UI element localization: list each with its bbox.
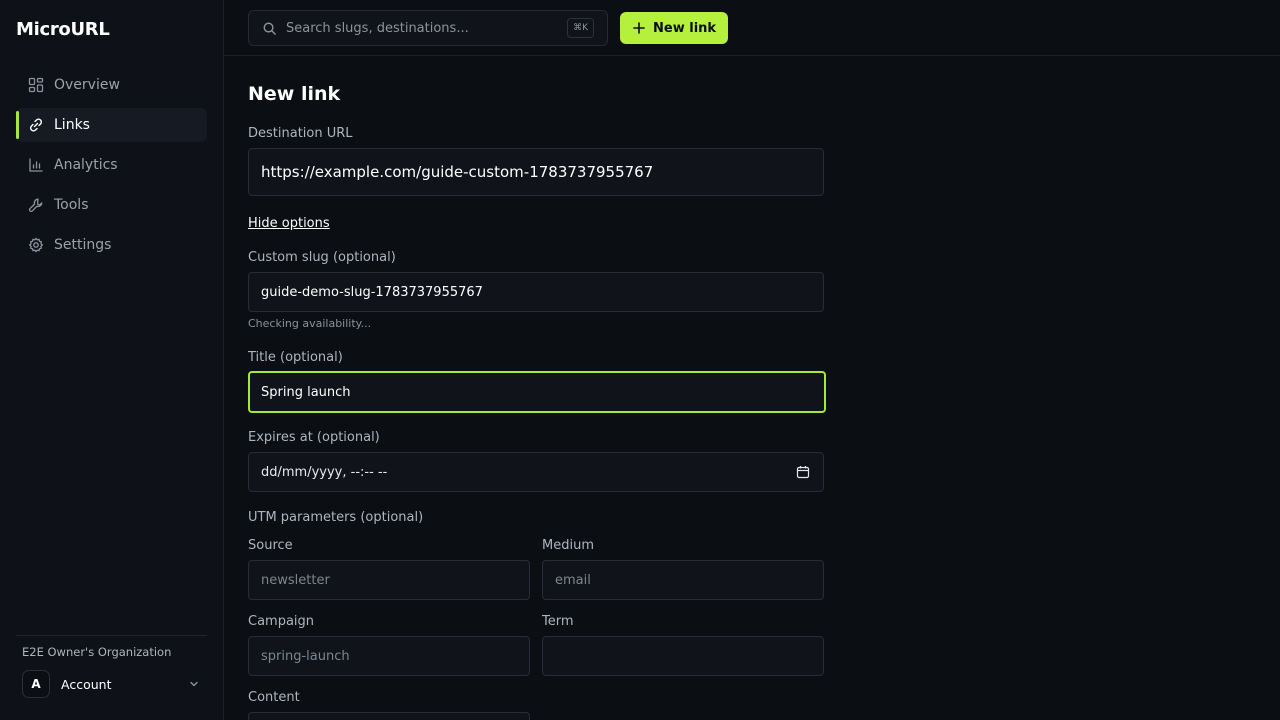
utm-medium-label: Medium bbox=[542, 538, 594, 553]
account-menu[interactable]: A Account bbox=[22, 670, 206, 698]
sidebar-item-label: Links bbox=[54, 117, 90, 133]
page-title: New link bbox=[248, 83, 341, 105]
new-link-button[interactable]: New link bbox=[620, 12, 729, 44]
utm-campaign-input[interactable] bbox=[248, 636, 530, 676]
grid-icon bbox=[28, 77, 44, 93]
organization-name: E2E Owner's Organization bbox=[22, 645, 172, 659]
topbar: ⌘K New link bbox=[224, 0, 1280, 56]
calendar-icon[interactable] bbox=[796, 465, 810, 479]
sidebar-divider bbox=[16, 635, 207, 636]
account-label: Account bbox=[61, 676, 112, 692]
wrench-icon bbox=[28, 197, 44, 213]
utm-content-label: Content bbox=[248, 690, 300, 705]
link-icon bbox=[28, 117, 44, 133]
destination-url-label: Destination URL bbox=[248, 126, 353, 141]
avatar: A bbox=[22, 670, 50, 698]
search-input[interactable] bbox=[286, 20, 556, 36]
plus-icon bbox=[633, 22, 645, 34]
search-box[interactable]: ⌘K bbox=[248, 10, 608, 46]
sidebar-item-tools[interactable]: Tools bbox=[16, 188, 207, 222]
sidebar-item-label: Tools bbox=[54, 197, 89, 213]
title-label: Title (optional) bbox=[248, 350, 343, 365]
expires-at-label: Expires at (optional) bbox=[248, 430, 380, 445]
destination-url-input[interactable] bbox=[248, 148, 824, 196]
hide-options-link[interactable]: Hide options bbox=[248, 216, 330, 231]
sidebar: MicroURL Overview Links Analytics Tools … bbox=[0, 0, 224, 720]
sidebar-item-label: Analytics bbox=[54, 157, 118, 173]
search-icon bbox=[263, 22, 276, 35]
main-area: ⌘K New link New link Destination URL Hid… bbox=[224, 0, 1280, 720]
bar-chart-icon bbox=[28, 157, 44, 173]
sidebar-item-label: Overview bbox=[54, 77, 120, 93]
utm-source-input[interactable] bbox=[248, 560, 530, 600]
sidebar-item-settings[interactable]: Settings bbox=[16, 228, 207, 262]
gear-icon bbox=[28, 237, 44, 253]
title-input[interactable] bbox=[248, 371, 826, 413]
sidebar-item-analytics[interactable]: Analytics bbox=[16, 148, 207, 182]
expires-at-input[interactable]: dd/mm/yyyy, --:-- -- bbox=[248, 452, 824, 492]
custom-slug-input[interactable] bbox=[248, 272, 824, 312]
sidebar-nav: Overview Links Analytics Tools Settings bbox=[16, 68, 207, 268]
chevron-down-icon bbox=[190, 681, 198, 687]
slug-availability-status: Checking availability... bbox=[248, 317, 372, 330]
app-root: MicroURL Overview Links Analytics Tools … bbox=[0, 0, 1280, 720]
utm-term-input[interactable] bbox=[542, 636, 824, 676]
custom-slug-label: Custom slug (optional) bbox=[248, 250, 396, 265]
utm-parameters-heading: UTM parameters (optional) bbox=[248, 510, 424, 525]
utm-term-label: Term bbox=[542, 614, 574, 629]
new-link-label: New link bbox=[653, 20, 717, 36]
keyboard-shortcut-hint: ⌘K bbox=[567, 18, 594, 38]
utm-campaign-label: Campaign bbox=[248, 614, 315, 629]
app-logo[interactable]: MicroURL bbox=[16, 19, 110, 40]
sidebar-item-links[interactable]: Links bbox=[16, 108, 207, 142]
expires-at-placeholder: dd/mm/yyyy, --:-- -- bbox=[261, 464, 388, 480]
sidebar-item-overview[interactable]: Overview bbox=[16, 68, 207, 102]
utm-source-label: Source bbox=[248, 538, 293, 553]
utm-medium-input[interactable] bbox=[542, 560, 824, 600]
sidebar-item-label: Settings bbox=[54, 237, 112, 253]
utm-content-input[interactable] bbox=[248, 712, 530, 720]
